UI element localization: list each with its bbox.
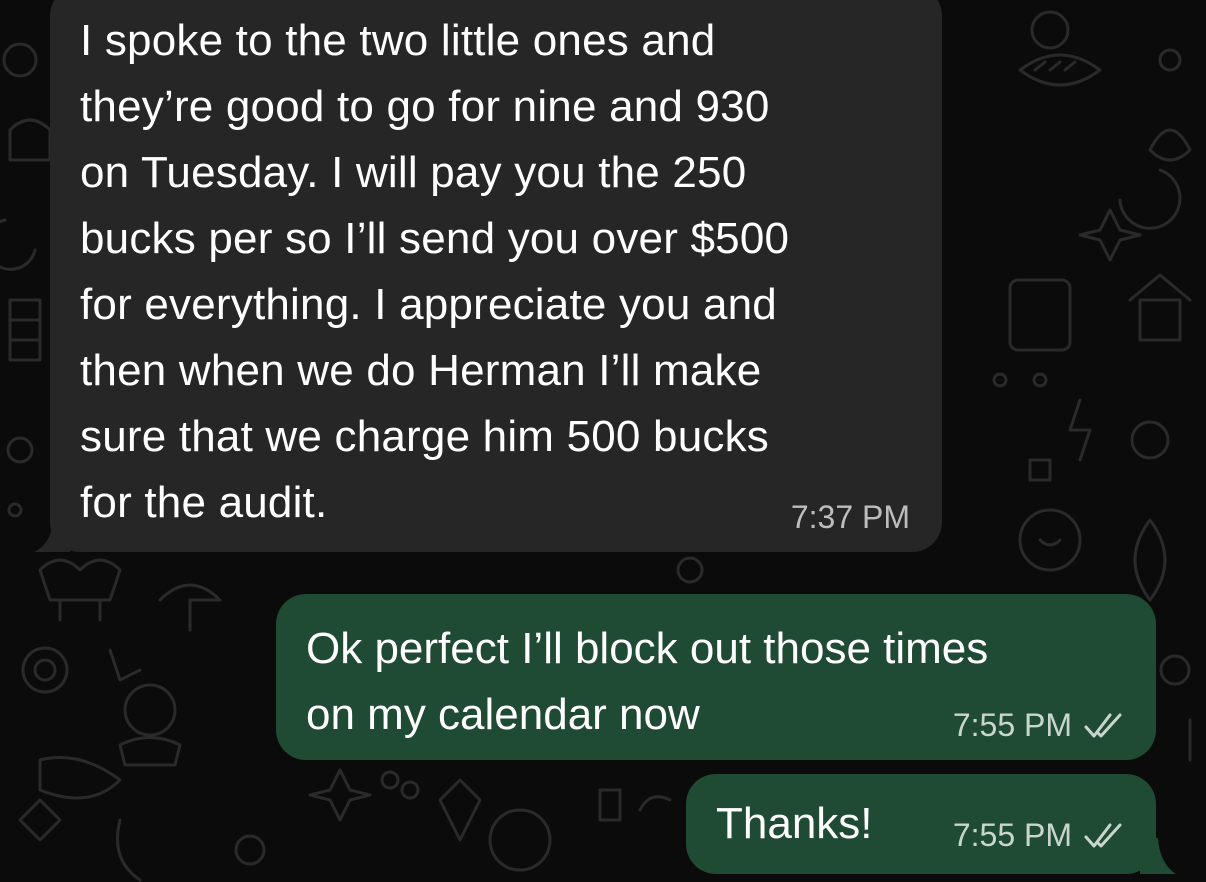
bubble-tail-icon xyxy=(1140,838,1176,874)
incoming-message-bubble[interactable]: I spoke to the two little ones and they’… xyxy=(50,0,942,552)
outgoing-message-bubble[interactable]: Thanks! 7:55 PM xyxy=(686,774,1156,874)
message-meta: 7:55 PM xyxy=(953,817,1126,854)
double-check-icon xyxy=(1084,823,1122,847)
message-timestamp: 7:55 PM xyxy=(952,817,1072,853)
double-check-icon xyxy=(1084,713,1122,737)
outgoing-message-bubble[interactable]: Ok perfect I’ll block out those times on… xyxy=(276,594,1156,760)
message-text: I spoke to the two little ones and they’… xyxy=(80,16,790,527)
bubble-tail-icon xyxy=(34,526,70,552)
message-meta: 7:55 PM xyxy=(953,707,1126,744)
message-timestamp: 7:37 PM xyxy=(790,499,910,535)
message-timestamp: 7:55 PM xyxy=(952,707,1072,743)
